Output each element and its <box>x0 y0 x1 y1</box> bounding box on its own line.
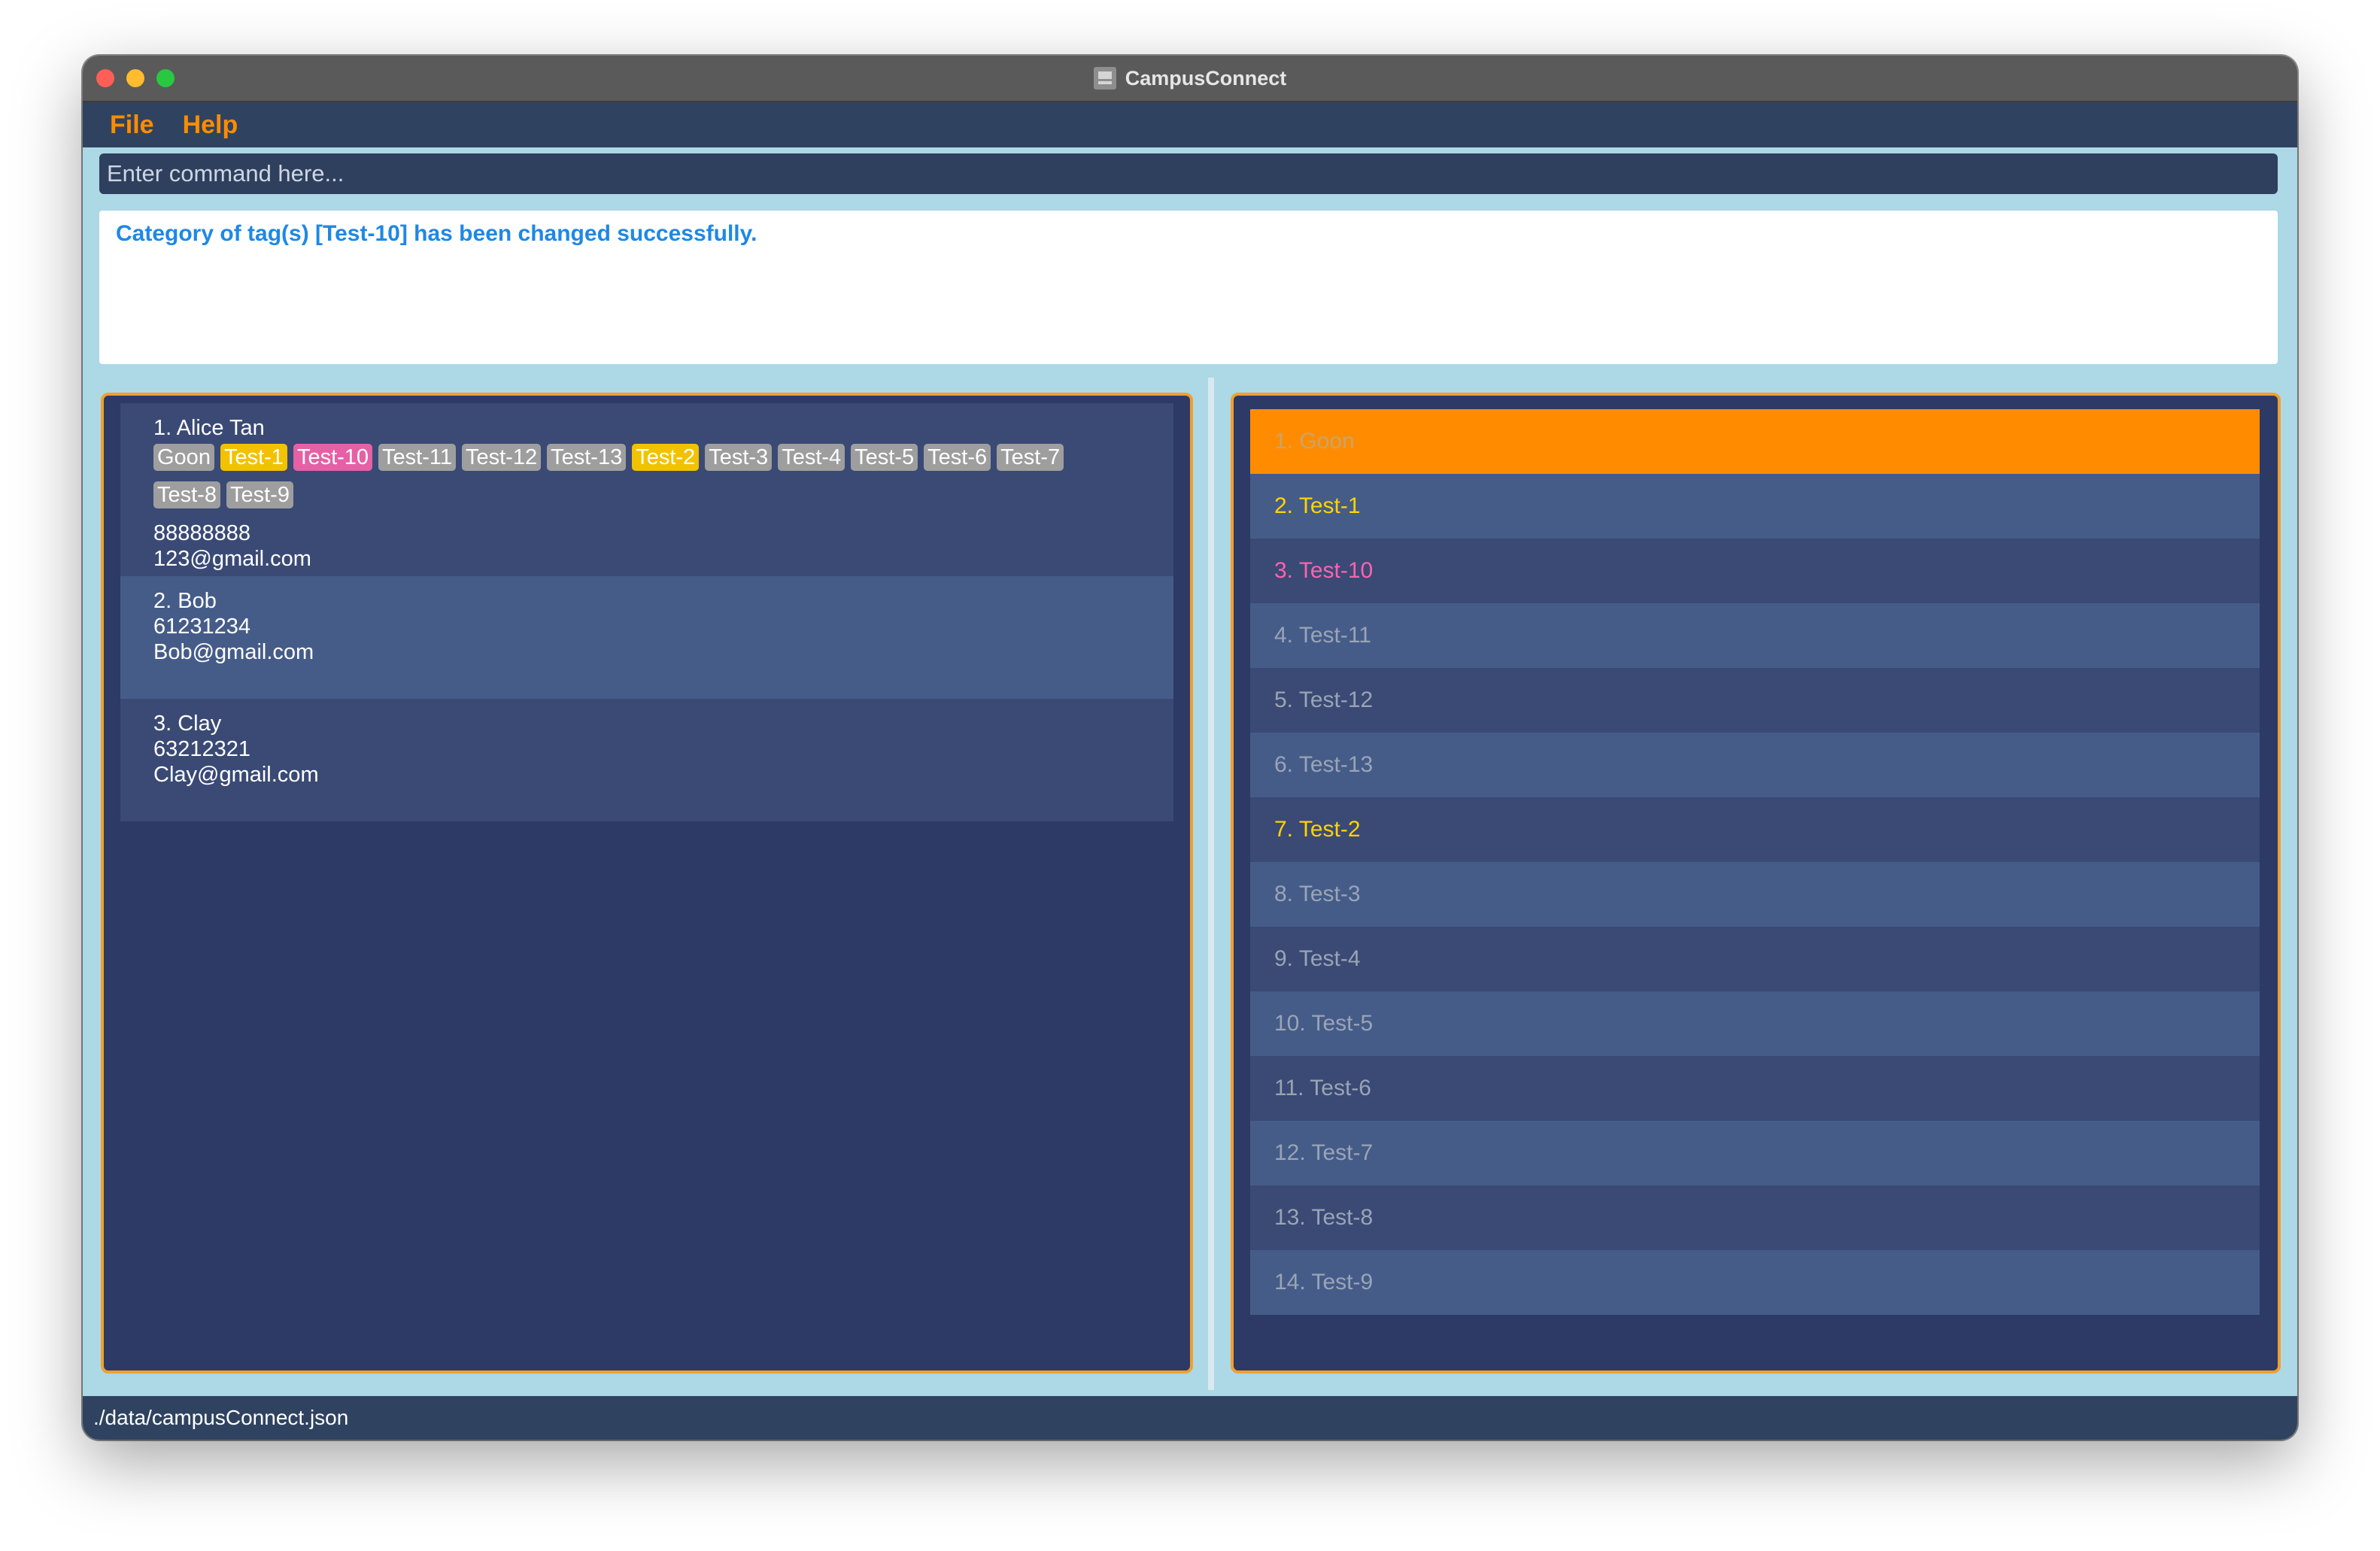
tag-chip: Test-6 <box>924 444 991 471</box>
tag-list-item[interactable]: 3. Test-10 <box>1250 539 2260 603</box>
command-input[interactable] <box>99 153 2278 194</box>
tag-chip: Test-3 <box>705 444 773 471</box>
tag-list-item[interactable]: 14. Test-9 <box>1250 1250 2260 1315</box>
tag-chip: Test-9 <box>226 481 293 508</box>
tag-list-item[interactable]: 1. Goon <box>1250 409 2260 474</box>
result-message: Category of tag(s) [Test-10] has been ch… <box>116 221 757 246</box>
tag-chip: Test-1 <box>220 444 287 471</box>
person-card-3[interactable]: 3. Clay 63212321 Clay@gmail.com <box>120 699 1173 821</box>
tag-chip: Goon <box>153 444 214 471</box>
window-title: CampusConnect <box>1125 66 1287 90</box>
tag-list-item[interactable]: 7. Test-2 <box>1250 797 2260 862</box>
tag-chip: Test-4 <box>778 444 845 471</box>
tag-chip: Test-10 <box>293 444 373 471</box>
tag-list-panel[interactable]: 1. Goon 2. Test-1 3. Test-10 4. Test-11 … <box>1231 393 2281 1373</box>
menu-bar: File Help <box>83 102 2297 147</box>
person-card-1[interactable]: 1. Alice Tan Goon Test-1 Test-10 Test-11… <box>120 403 1173 576</box>
tag-list-item[interactable]: 12. Test-7 <box>1250 1121 2260 1185</box>
person-phone: 61231234 <box>153 615 251 639</box>
tag-list-item[interactable]: 4. Test-11 <box>1250 603 2260 668</box>
status-bar: ./data/campusConnect.json <box>83 1396 2297 1440</box>
tag-list-item[interactable]: 10. Test-5 <box>1250 991 2260 1056</box>
tag-list-item[interactable]: 13. Test-8 <box>1250 1185 2260 1250</box>
person-phone: 63212321 <box>153 737 251 761</box>
data-file-path: ./data/campusConnect.json <box>93 1406 349 1429</box>
tag-chip: Test-2 <box>632 444 700 471</box>
tag-list-item[interactable]: 2. Test-1 <box>1250 474 2260 539</box>
tag-chip: Test-11 <box>378 444 456 471</box>
app-icon <box>1093 67 1116 90</box>
tag-chip: Test-13 <box>547 444 627 471</box>
tag-chip: Test-5 <box>851 444 918 471</box>
person-email: 123@gmail.com <box>153 547 311 571</box>
tag-chip: Test-8 <box>153 481 220 508</box>
person-name: 2. Bob <box>153 589 217 613</box>
title-bar: CampusConnect <box>83 56 2297 102</box>
tag-list-item[interactable]: 6. Test-13 <box>1250 733 2260 797</box>
tag-list-item[interactable]: 11. Test-6 <box>1250 1056 2260 1121</box>
result-display: Category of tag(s) [Test-10] has been ch… <box>99 211 2278 364</box>
menu-file[interactable]: File <box>110 111 154 140</box>
person-name: 3. Clay <box>153 712 222 736</box>
tag-list-item[interactable]: 9. Test-4 <box>1250 927 2260 991</box>
person-tags: Goon Test-1 Test-10 Test-11 Test-12 Test… <box>153 444 1131 519</box>
split-pane-divider[interactable] <box>1208 378 1214 1390</box>
tag-chip: Test-7 <box>997 444 1064 471</box>
app-window: CampusConnect File Help Category of tag(… <box>83 56 2297 1440</box>
person-phone: 88888888 <box>153 521 251 545</box>
window-title-group: CampusConnect <box>83 56 2297 101</box>
menu-help[interactable]: Help <box>183 111 238 140</box>
person-name: 1. Alice Tan <box>153 416 265 440</box>
person-email: Bob@gmail.com <box>153 640 314 664</box>
person-email: Clay@gmail.com <box>153 763 319 787</box>
tag-list-item[interactable]: 5. Test-12 <box>1250 668 2260 733</box>
tag-chip: Test-12 <box>462 444 542 471</box>
tag-list-item[interactable]: 8. Test-3 <box>1250 862 2260 927</box>
person-list-panel[interactable]: 1. Alice Tan Goon Test-1 Test-10 Test-11… <box>101 393 1193 1373</box>
person-card-2[interactable]: 2. Bob 61231234 Bob@gmail.com <box>120 576 1173 699</box>
